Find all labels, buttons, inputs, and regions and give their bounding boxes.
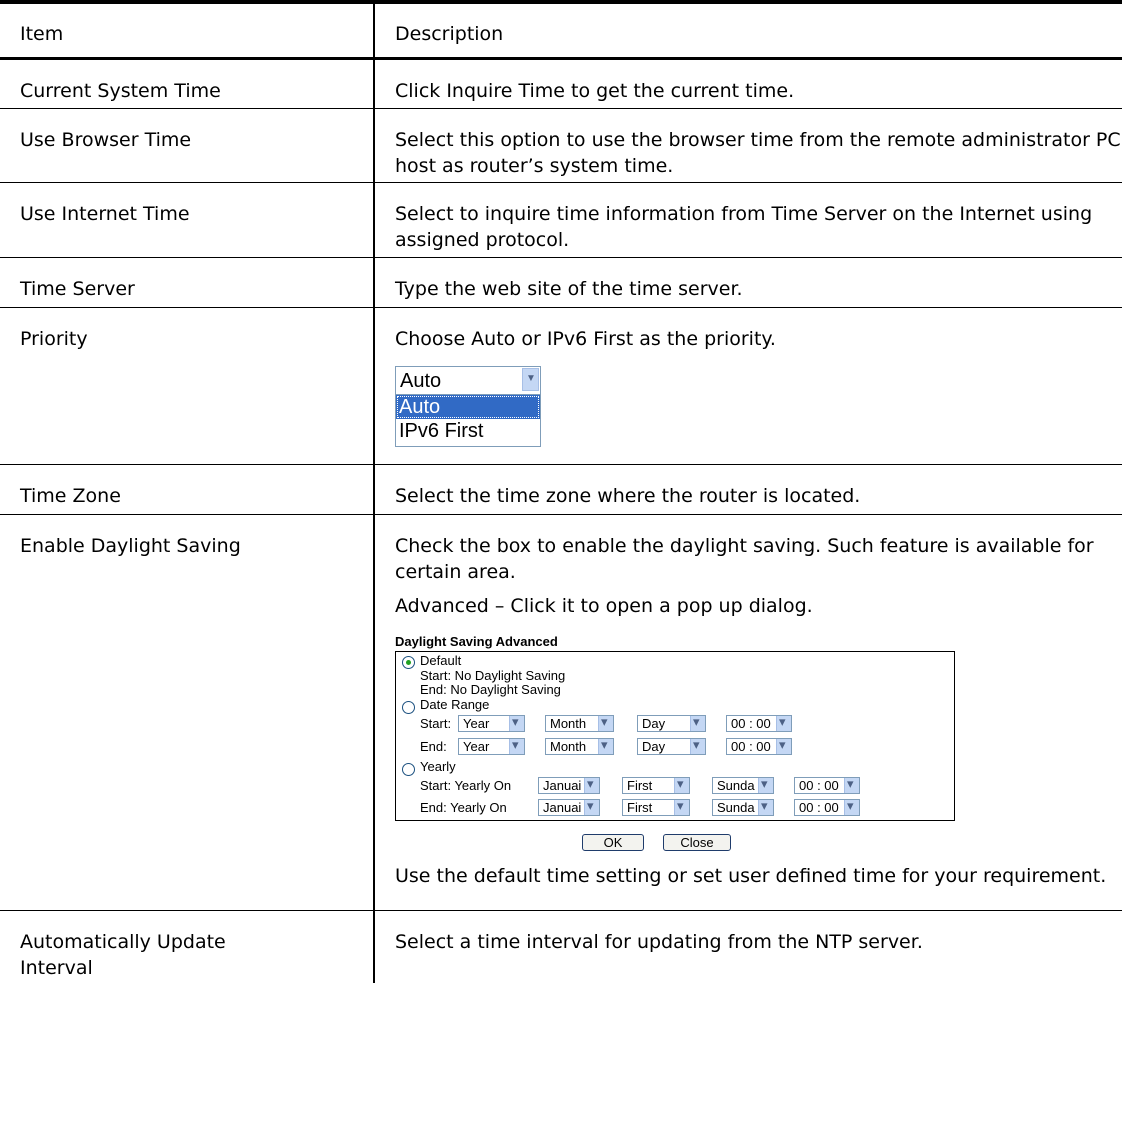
end-year-select[interactable]: Year <box>458 738 525 755</box>
yearly-end-time-select[interactable]: 00 : 00 <box>794 799 860 816</box>
option-ipv6-first[interactable]: IPv6 First <box>396 419 540 443</box>
table-row: Use Browser Time Select this option to u… <box>0 108 1122 183</box>
yearly-end-week-select[interactable]: First <box>622 799 690 816</box>
table-row: Time Zone Select the time zone where the… <box>0 464 1122 515</box>
item-description: Choose Auto or IPv6 First as the priorit… <box>395 328 776 350</box>
end-time-select[interactable]: 00 : 00 <box>726 738 792 755</box>
priority-select[interactable]: Auto ▼ <box>395 366 541 395</box>
chevron-down-icon <box>844 777 859 793</box>
item-description: Select this option to use the browser ti… <box>395 129 1121 177</box>
end-day-select[interactable]: Day <box>637 738 706 755</box>
daylight-saving-dialog: Daylight Saving Advanced Default Start: … <box>395 635 955 857</box>
item-label: Priority <box>20 328 88 350</box>
radio-date-range[interactable] <box>402 701 415 714</box>
yearly-start-weekday-select[interactable]: Sunda <box>712 777 774 794</box>
dialog-title: Daylight Saving Advanced <box>395 634 558 649</box>
item-label: Automatically Update Interval <box>20 931 226 979</box>
chevron-down-icon <box>758 777 773 793</box>
item-label: Use Internet Time <box>20 203 190 225</box>
priority-options-list: Auto IPv6 First <box>395 394 541 447</box>
item-label: Current System Time <box>20 80 221 102</box>
option-auto[interactable]: Auto <box>396 395 540 419</box>
ok-button[interactable]: OK <box>582 834 644 851</box>
chevron-down-icon <box>674 799 689 815</box>
chevron-down-icon <box>509 715 524 731</box>
start-year-select[interactable]: Year <box>458 715 525 732</box>
radio-yearly[interactable] <box>402 763 415 776</box>
yearly-label: Yearly <box>420 759 456 774</box>
header-description: Description <box>395 23 504 45</box>
daylight-note: Use the default time setting or set user… <box>395 865 1107 887</box>
yearly-start-label: Start: Yearly On <box>420 778 512 793</box>
yearly-start-week-select[interactable]: First <box>622 777 690 794</box>
priority-select-example[interactable]: Auto ▼ Auto IPv6 First <box>395 366 541 447</box>
priority-selected-value: Auto <box>400 370 442 392</box>
yearly-end-label: End: Yearly On <box>420 800 507 815</box>
item-description: Click Inquire Time to get the current ti… <box>395 80 795 102</box>
chevron-down-icon <box>598 715 613 731</box>
chevron-down-icon <box>758 799 773 815</box>
item-description: Check the box to enable the daylight sav… <box>395 535 1094 583</box>
header-item: Item <box>20 23 64 45</box>
yearly-start-time-select[interactable]: 00 : 00 <box>794 777 860 794</box>
yearly-end-weekday-select[interactable]: Sunda <box>712 799 774 816</box>
table-row: Current System Time Click Inquire Time t… <box>0 58 1122 109</box>
chevron-down-icon <box>690 715 705 731</box>
end-month-select[interactable]: Month <box>545 738 614 755</box>
chevron-down-icon <box>690 738 705 754</box>
table-row: Use Internet Time Select to inquire time… <box>0 182 1122 258</box>
item-label: Time Zone <box>20 485 121 507</box>
table-row: Enable Daylight Saving Check the box to … <box>0 514 1122 911</box>
dropdown-arrow-icon[interactable]: ▼ <box>522 368 539 391</box>
chevron-down-icon <box>584 799 599 815</box>
chevron-down-icon <box>509 738 524 754</box>
item-description: Select a time interval for updating from… <box>395 931 923 953</box>
item-description: Select the time zone where the router is… <box>395 485 861 507</box>
start-day-select[interactable]: Day <box>637 715 706 732</box>
start-time-select[interactable]: 00 : 00 <box>726 715 792 732</box>
table-row: Priority Choose Auto or IPv6 First as th… <box>0 307 1122 465</box>
item-description: Select to inquire time information from … <box>395 203 1093 251</box>
radio-default[interactable] <box>402 656 415 669</box>
table-row: Automatically Update Interval Select a t… <box>0 910 1122 983</box>
chevron-down-icon <box>674 777 689 793</box>
item-description: Type the web site of the time server. <box>395 278 743 300</box>
dialog-options-box: Default Start: No Daylight Saving End: N… <box>395 651 955 821</box>
table-header-row: Item Description <box>0 0 1122 60</box>
chevron-down-icon <box>584 777 599 793</box>
default-start-text: Start: No Daylight Saving <box>420 668 566 683</box>
advanced-description: Advanced – Click it to open a pop up dia… <box>395 595 813 617</box>
yearly-start-month-select[interactable]: Januai <box>538 777 600 794</box>
chevron-down-icon <box>776 715 791 731</box>
item-label: Time Server <box>20 278 135 300</box>
settings-table: Item Description Current System Time Cli… <box>0 0 1122 983</box>
item-label: Enable Daylight Saving <box>20 535 241 557</box>
table-row: Time Server Type the web site of the tim… <box>0 257 1122 308</box>
chevron-down-icon <box>776 738 791 754</box>
chevron-down-icon <box>844 799 859 815</box>
default-end-text: End: No Daylight Saving <box>420 682 561 697</box>
date-range-label: Date Range <box>420 697 490 712</box>
yearly-end-month-select[interactable]: Januai <box>538 799 600 816</box>
chevron-down-icon <box>598 738 613 754</box>
start-month-select[interactable]: Month <box>545 715 614 732</box>
date-end-label: End: <box>420 739 447 754</box>
date-start-label: Start: <box>420 716 452 731</box>
item-label: Use Browser Time <box>20 129 192 151</box>
close-button[interactable]: Close <box>663 834 731 851</box>
default-label: Default <box>420 653 462 668</box>
